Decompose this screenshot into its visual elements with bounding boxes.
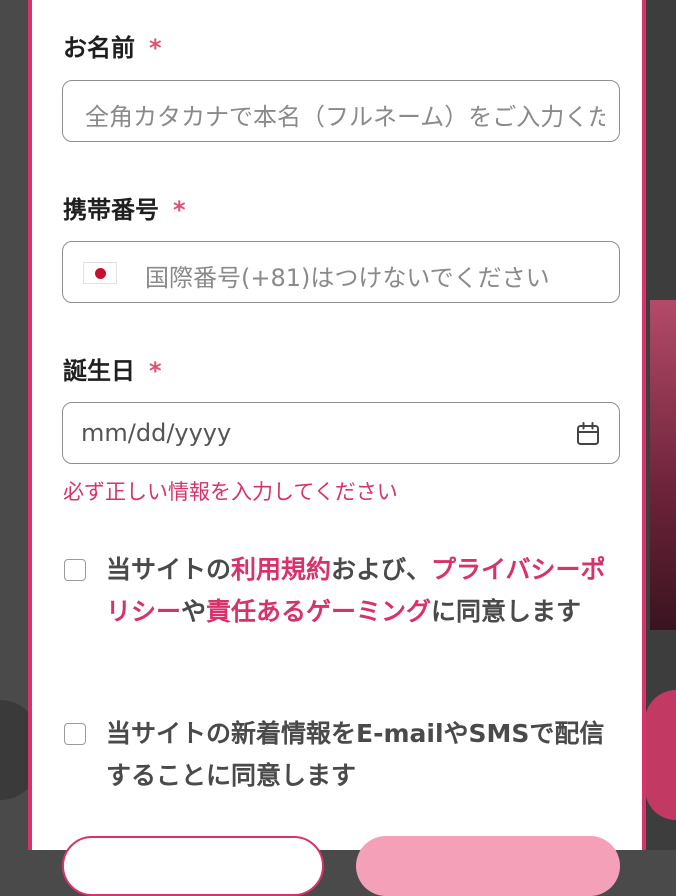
background-pink-button — [645, 690, 676, 820]
registration-modal: お名前 * 全角カタカナで本名（フルネーム）をご入力ください 携帯番号 * 国際番号… — [28, 0, 646, 896]
terms-text-2: および、 — [331, 555, 432, 584]
name-label: お名前 * — [63, 28, 162, 63]
japan-flag-icon[interactable] — [83, 262, 117, 284]
phone-placeholder: 国際番号(+81)はつけないでください — [145, 264, 550, 292]
terms-text-1: 当サイトの — [106, 555, 232, 584]
phone-label-text: 携帯番号 — [63, 196, 159, 224]
phone-input[interactable]: 国際番号(+81)はつけないでください — [62, 241, 620, 303]
birthdate-value: mm/dd/yyyy — [81, 419, 232, 447]
terms-of-use-link[interactable]: 利用規約 — [231, 555, 331, 584]
terms-checkbox[interactable] — [64, 559, 86, 581]
terms-text-4: に同意します — [431, 597, 582, 626]
name-placeholder: 全角カタカナで本名（フルネーム）をご入力ください — [85, 103, 605, 131]
required-mark: * — [149, 34, 162, 62]
secondary-button[interactable] — [62, 836, 324, 896]
birthdate-error: 必ず正しい情報を入力してください — [63, 480, 398, 504]
responsible-gaming-link[interactable]: 責任あるゲーミング — [206, 597, 431, 626]
primary-button[interactable] — [356, 836, 620, 896]
terms-text: 当サイトの利用規約および、プライバシーポリシーや責任あるゲーミングに同意します — [106, 549, 606, 633]
newsletter-checkbox[interactable] — [64, 723, 86, 745]
name-input[interactable]: 全角カタカナで本名（フルネーム）をご入力ください — [62, 80, 620, 142]
phone-label: 携帯番号 * — [63, 190, 186, 225]
birthdate-label-text: 誕生日 — [63, 357, 135, 385]
birthdate-label: 誕生日 * — [63, 351, 162, 386]
newsletter-text: 当サイトの新着情報をE-mailやSMSで配信することに同意します — [106, 719, 605, 790]
required-mark: * — [173, 196, 186, 224]
background-game-thumbnail — [650, 300, 676, 630]
calendar-icon[interactable] — [575, 421, 601, 447]
name-label-text: お名前 — [63, 34, 135, 62]
required-mark: * — [149, 357, 162, 385]
terms-text-3: や — [181, 597, 207, 626]
birthdate-input[interactable]: mm/dd/yyyy — [62, 402, 620, 464]
